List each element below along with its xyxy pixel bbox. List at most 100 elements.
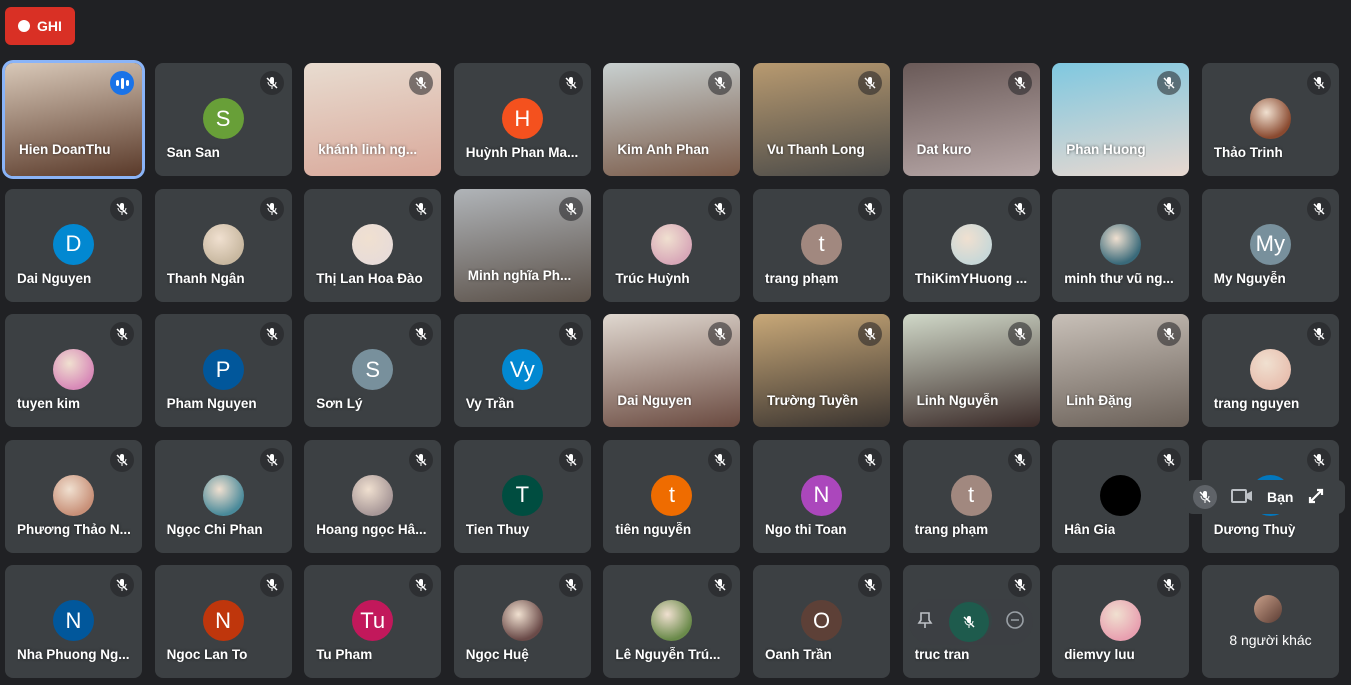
expand-icon[interactable] [1307,487,1325,508]
participant-tile[interactable]: Hoang ngọc Hâ... [304,439,442,553]
participant-tile[interactable]: N Ngoc Lan To [154,565,292,678]
participant-tile[interactable]: Minh nghĩa Ph... [453,188,591,302]
participant-avatar: N [801,474,842,516]
participant-name: ThiKimYHuong ... [914,270,1028,286]
participant-name: Sơn Lý [316,396,363,411]
participant-tile[interactable]: Thị Lan Hoa Đào [304,188,442,302]
participant-avatar: t [801,223,842,265]
participant-tile[interactable]: My My Nguyễn [1201,188,1339,302]
mic-off-icon [1007,573,1032,597]
participant-tile[interactable]: Vu Thanh Long [753,63,890,176]
mic-off-icon [1157,71,1182,95]
participant-tile[interactable]: Ngọc Huệ [453,565,591,678]
participant-name: khánh linh ng... [318,142,418,157]
participant-tile[interactable]: S Sơn Lý [304,314,442,427]
participant-tile[interactable]: t tiên nguyễn [603,439,741,553]
participant-tile[interactable]: Ngọc Chi Phan [154,439,292,553]
participant-tile[interactable]: khánh linh ng... [304,63,442,176]
participant-avatar: t [950,474,992,516]
participant-avatar [1249,98,1291,139]
participant-tile[interactable]: ttruc tran [902,565,1040,678]
participant-name: Phương Thảo N... [17,521,131,537]
self-view-controls: Bạn [1185,480,1345,514]
participant-name: Oanh Trần [765,647,832,662]
participant-tile[interactable]: Linh Đặng [1052,314,1190,427]
mic-off-icon [409,71,434,95]
participant-tile[interactable]: Linh Nguyễn [902,314,1040,427]
record-label: GHI [37,18,62,34]
participant-tile[interactable]: P Pham Nguyen [154,314,292,427]
participant-avatar [501,600,543,641]
participant-avatar: t [651,474,693,516]
participant-name: Dương Thuỳ [1213,521,1296,537]
participant-tile[interactable]: minh thư vũ ng... [1052,188,1190,302]
participant-tile[interactable]: H Huỳnh Phan Ma... [453,63,591,176]
participant-tile[interactable]: Hien DoanThu [5,63,142,176]
participant-tile[interactable]: Tu Tu Pham [304,565,442,678]
mic-off-icon [558,196,583,221]
mic-off-icon [558,573,583,597]
participant-tile[interactable]: N Ngo thi Toan [753,439,890,553]
participant-name: Hoang ngọc Hâ... [316,521,427,537]
mic-off-icon [409,447,434,472]
participant-name: Vy Trần [465,396,515,411]
record-button[interactable]: GHI [5,7,75,45]
participant-tile[interactable]: Thanh Ngân [154,188,292,302]
participant-tile[interactable]: ThiKimYHuong ... [902,188,1040,302]
participant-tile[interactable]: N Nha Phuong Ng... [5,565,142,678]
mic-off-icon [1306,447,1331,472]
participant-tile[interactable]: Trúc Huỳnh [603,188,741,302]
participant-name: Dai Nguyen [617,393,692,408]
participant-tile[interactable]: Phan Huong [1052,63,1190,176]
participant-tile[interactable]: trang nguyen [1201,314,1339,427]
participant-tile[interactable]: O Oanh Trần [753,565,890,678]
mic-off-icon[interactable] [1193,485,1217,509]
mic-off-icon [110,322,134,346]
participant-tile[interactable]: Vy Vy Trần [453,314,591,427]
participant-tile[interactable]: Phương Thảo N... [5,439,142,553]
remove-participant-icon[interactable] [1005,610,1025,635]
participant-tile[interactable]: Dai Nguyen [603,314,741,427]
participant-avatar [1100,600,1142,641]
participant-name: Trường Tuyền [767,393,859,408]
participant-tile[interactable]: Hân Gia [1052,439,1190,553]
participant-tile[interactable]: Dat kuro [902,63,1040,176]
participant-name: Thanh Ngân [166,270,245,286]
mic-off-icon [558,71,583,95]
participant-name: Dat kuro [916,142,972,157]
participant-avatar: N [202,600,244,641]
participant-tile[interactable]: t trang phạm [753,188,890,302]
participant-avatar: P [202,349,244,390]
mic-off-icon [259,196,284,221]
participant-tile[interactable]: T Tien Thuy [453,439,591,553]
participant-name: Thị Lan Hoa Đào [316,270,423,286]
participant-avatar: H [501,98,543,139]
more-participants-tile[interactable]: 8 người khác [1202,565,1339,678]
participant-avatar [1249,349,1291,390]
participant-tile[interactable]: D Dai Nguyen [5,188,142,302]
participant-tile[interactable]: Kim Anh Phan [603,63,741,176]
mic-off-icon [110,573,134,597]
participant-tile[interactable]: Lê Nguyễn Trú... [603,565,741,678]
participant-avatar: S [202,98,244,139]
participant-tile[interactable]: diemvy luu [1052,565,1190,678]
participant-tile[interactable]: tuyen kim [5,314,142,427]
mute-participant-button[interactable] [948,602,989,642]
participant-avatar: Tu [352,600,394,641]
mic-off-icon [409,573,434,597]
participant-name: Ngo thi Toan [765,521,847,537]
pin-icon[interactable] [917,611,933,634]
mic-off-icon [1306,71,1331,95]
participant-tile[interactable]: t trang phạm [902,439,1040,553]
participant-avatar [53,474,94,516]
participant-tile[interactable]: Thảo Trinh [1201,63,1339,176]
mic-off-icon [1007,447,1032,472]
tile-hover-controls [908,599,1033,645]
mic-off-icon [110,447,134,472]
participant-tile[interactable]: S San San [154,63,292,176]
self-label: Bạn [1267,489,1294,505]
participant-tile[interactable]: Trường Tuyền [753,314,890,427]
camera-icon[interactable] [1231,488,1253,507]
participant-name: Tien Thuy [465,521,530,537]
mic-off-icon [259,322,284,346]
